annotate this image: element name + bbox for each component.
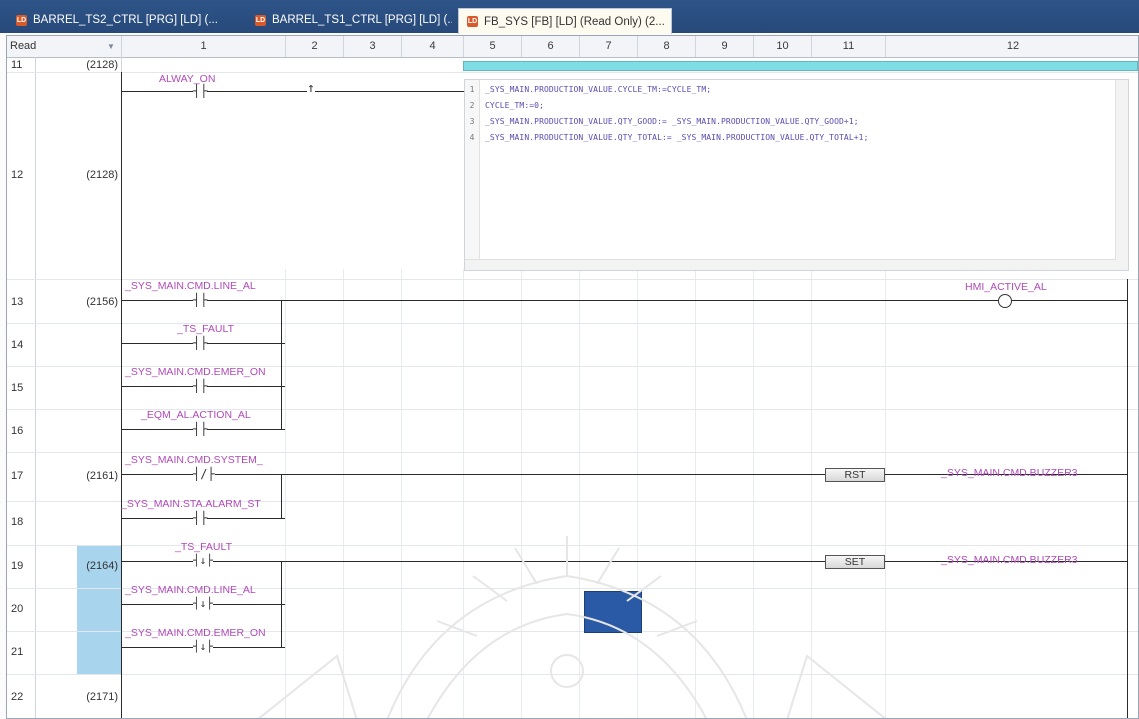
falling-edge-contact[interactable]: ┤↓├: [193, 555, 213, 567]
st-code-line: 2 CYCLE_TM:=0;: [469, 101, 544, 110]
row-number: 21: [11, 646, 24, 658]
column-11: 11: [811, 36, 885, 57]
column-1: 1: [121, 36, 285, 57]
column-3: 3: [343, 36, 401, 57]
row-number: 22: [11, 691, 24, 703]
instruction-operand: _SYS_MAIN.CMD.BUZZER3: [941, 467, 1078, 479]
inline-st-editor[interactable]: 1 _SYS_MAIN.PRODUCTION_VALUE.CYCLE_TM:=CY…: [464, 79, 1129, 271]
step-number: (2128): [86, 59, 118, 71]
no-contact[interactable]: ┤├: [193, 423, 208, 435]
instruction-operand: _SYS_MAIN.CMD.BUZZER3: [941, 554, 1078, 566]
row-number: 14: [11, 339, 24, 351]
contact-label: _SYS_MAIN.CMD.LINE_AL: [125, 280, 256, 292]
chevron-down-icon[interactable]: ▼: [107, 36, 115, 57]
tab-barrel-ts1-ctrl[interactable]: LD BARREL_TS1_CTRL [PRG] [LD] (...: [247, 7, 452, 33]
column-header: Read ▼ 1 2 3 4 5 6 7 8 9 10 11 12: [7, 36, 1138, 58]
no-contact[interactable]: ┤├: [193, 512, 208, 524]
document-tab-bar: LD BARREL_TS2_CTRL [PRG] [LD] (... LD BA…: [0, 0, 1139, 34]
row-number: 11: [11, 59, 23, 71]
st-code-line: 1 _SYS_MAIN.PRODUCTION_VALUE.CYCLE_TM:=CY…: [469, 85, 712, 94]
step-number: (2171): [86, 691, 118, 703]
right-power-rail: [1127, 279, 1128, 718]
tab-label: BARREL_TS2_CTRL [PRG] [LD] (...: [33, 14, 218, 26]
step-number: (2164): [86, 560, 118, 572]
ladder-program-icon: LD: [467, 16, 478, 27]
column-4: 4: [401, 36, 463, 57]
contact-label: _EQM_AL.ACTION_AL: [141, 409, 251, 421]
column-12: 12: [885, 36, 1138, 57]
falling-edge-contact[interactable]: ┤↓├: [193, 598, 213, 610]
row-number: 16: [11, 425, 24, 437]
row-number: 17: [11, 470, 24, 482]
contact-label: _SYS_MAIN.CMD.LINE_AL: [125, 584, 256, 596]
step-number: (2156): [86, 296, 118, 308]
row-number: 13: [11, 296, 24, 308]
step-number: (2161): [86, 470, 118, 482]
ladder-program-icon: LD: [255, 14, 266, 26]
reset-instruction[interactable]: RST: [825, 468, 885, 482]
rising-edge-arrow-icon: ↑: [307, 81, 315, 96]
left-power-rail: [121, 72, 122, 718]
st-code-line: 4 _SYS_MAIN.PRODUCTION_VALUE.QTY_TOTAL:= …: [469, 133, 869, 142]
column-8: 8: [637, 36, 695, 57]
row-number: 18: [11, 516, 24, 528]
tab-label: FB_SYS [FB] [LD] (Read Only) (2...: [484, 15, 665, 28]
ladder-editor[interactable]: Read ▼ 1 2 3 4 5 6 7 8 9 10 11 12 11 12 …: [6, 35, 1139, 719]
column-6: 6: [521, 36, 579, 57]
tab-label: BARREL_TS1_CTRL [PRG] [LD] (...: [272, 14, 452, 26]
contact-label: _SYS_MAIN.CMD.EMER_ON: [125, 366, 266, 378]
column-9: 9: [695, 36, 753, 57]
column-2: 2: [285, 36, 343, 57]
st-code-line: 3 _SYS_MAIN.PRODUCTION_VALUE.QTY_GOOD:= _…: [469, 117, 859, 126]
mode-label: Read: [10, 40, 37, 52]
contact-label: _SYS_MAIN.STA.ALARM_ST: [121, 498, 261, 510]
row-number: 12: [11, 169, 24, 181]
vertical-scrollbar[interactable]: [1115, 80, 1128, 270]
set-instruction[interactable]: SET: [825, 555, 885, 569]
coil-label: HMI_ACTIVE_AL: [965, 281, 1047, 293]
column-7: 7: [579, 36, 637, 57]
no-contact[interactable]: ┤├: [193, 85, 208, 97]
row-number: 19: [11, 560, 24, 572]
row-number: 20: [11, 603, 24, 615]
nc-contact[interactable]: ┤/├: [193, 468, 215, 480]
contact-label: _TS_FAULT: [177, 323, 234, 335]
falling-edge-contact[interactable]: ┤↓├: [193, 641, 213, 653]
column-10: 10: [753, 36, 811, 57]
tab-barrel-ts2-ctrl[interactable]: LD BARREL_TS2_CTRL [PRG] [LD] (...: [8, 7, 240, 33]
contact-label: _TS_FAULT: [175, 541, 232, 553]
step-number: (2128): [86, 169, 118, 181]
selection-cursor[interactable]: [584, 591, 642, 633]
no-contact[interactable]: ┤├: [193, 294, 208, 306]
st-block-header: [463, 61, 1138, 71]
tab-fb-sys[interactable]: LD FB_SYS [FB] [LD] (Read Only) (2... ×: [458, 8, 672, 34]
contact-label: _SYS_MAIN.CMD.SYSTEM_: [125, 454, 263, 466]
output-coil[interactable]: [998, 294, 1012, 308]
no-contact[interactable]: ┤├: [193, 380, 208, 392]
horizontal-scrollbar[interactable]: [465, 259, 1116, 270]
contact-label: _SYS_MAIN.CMD.EMER_ON: [125, 627, 266, 639]
ladder-program-icon: LD: [16, 14, 27, 26]
column-5: 5: [463, 36, 521, 57]
row-number: 15: [11, 382, 24, 394]
no-contact[interactable]: ┤├: [193, 337, 208, 349]
